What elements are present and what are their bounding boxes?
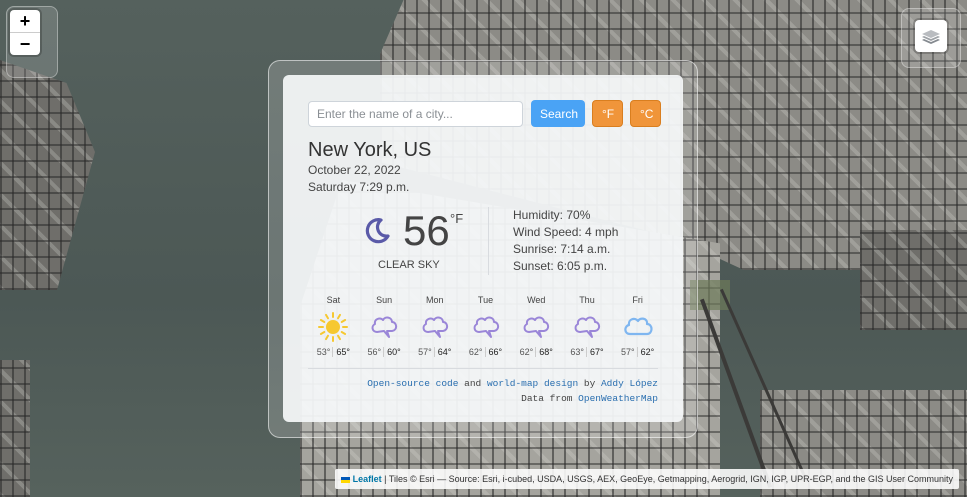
forecast-day-name: Wed — [527, 295, 546, 305]
city-name: New York, US — [308, 139, 432, 161]
forecast-high: 68° — [535, 347, 553, 357]
wind-speed: Wind Speed: 4 mph — [513, 225, 619, 239]
date: October 22, 2022 — [308, 163, 401, 177]
forecast-low: 53° — [316, 347, 331, 357]
horizontal-divider — [308, 368, 658, 369]
credits-line-2: Data from OpenWeatherMap — [367, 391, 658, 406]
cloud-icon — [612, 309, 663, 345]
forecast-high: 67° — [585, 347, 604, 357]
map-attribution: Leaflet | Tiles © Esri — Source: Esri, i… — [334, 469, 959, 489]
forecast-day-name: Fri — [632, 295, 643, 305]
credits: Open-source code and world-map design by… — [367, 376, 658, 406]
rain-cloud-icon — [409, 309, 460, 345]
forecast-high: 62° — [636, 347, 655, 357]
celsius-button[interactable]: °C — [630, 100, 661, 127]
forecast-temps: 62° 68° — [511, 347, 562, 357]
current-temperature: 56 — [403, 207, 450, 254]
world-map-link[interactable]: world-map design — [487, 378, 578, 389]
sun-icon — [308, 309, 359, 345]
search-button[interactable]: Search — [531, 100, 585, 127]
sunrise: Sunrise: 7:14 a.m. — [513, 242, 611, 256]
fahrenheit-button[interactable]: °F — [592, 100, 623, 127]
rain-cloud-icon — [511, 309, 562, 345]
forecast-day: Tue 62° 66° — [460, 295, 511, 357]
search-row: Search °F °C — [308, 100, 661, 127]
forecast-temps: 56° 60° — [359, 347, 410, 357]
forecast-day: Sun 56° 60° — [359, 295, 410, 357]
day-time: Saturday 7:29 p.m. — [308, 180, 410, 194]
weather-details: Humidity: 70% Wind Speed: 4 mph Sunrise:… — [513, 207, 618, 275]
forecast-high: 65° — [332, 347, 350, 357]
forecast-temps: 63° 67° — [562, 347, 613, 357]
credits-line-1: Open-source code and world-map design by… — [367, 376, 658, 391]
openweathermap-link[interactable]: OpenWeatherMap — [578, 393, 658, 404]
forecast-low: 57° — [621, 347, 635, 357]
leaflet-link[interactable]: Leaflet — [353, 474, 382, 484]
author-link[interactable]: Addy López — [601, 378, 658, 389]
forecast-high: 66° — [484, 347, 503, 357]
zoom-control: + − — [10, 10, 40, 55]
rain-cloud-icon — [460, 309, 511, 345]
zoom-out-button[interactable]: − — [10, 33, 40, 55]
forecast-day-name: Sun — [376, 295, 393, 305]
forecast-low: 62° — [468, 347, 483, 357]
forecast: Sat 53° 65° Sun 56° 60° Mon 57° 64° Tue 62° 66° Wed 6… — [308, 295, 663, 357]
forecast-day: Mon 57° 64° — [409, 295, 460, 357]
ukraine-flag-icon — [340, 476, 350, 483]
land-east — [860, 230, 967, 330]
humidity: Humidity: 70% — [513, 208, 591, 222]
layers-button[interactable] — [915, 20, 947, 52]
city-search-input[interactable] — [308, 100, 523, 127]
attribution-text: | Tiles © Esri — Source: Esri, i-cubed, … — [381, 474, 953, 484]
forecast-low: 62° — [519, 347, 534, 357]
sunset: Sunset: 6:05 p.m. — [513, 259, 608, 273]
open-source-link[interactable]: Open-source code — [367, 378, 458, 389]
rain-cloud-icon — [359, 309, 410, 345]
forecast-temps: 62° 66° — [460, 347, 511, 357]
weather-card: Search °F °C New York, US October 22, 20… — [283, 75, 683, 422]
vertical-divider — [488, 207, 489, 275]
forecast-day: Thu 63° 67° — [562, 295, 613, 357]
land-jersey-south — [0, 360, 30, 497]
crescent-moon-icon — [365, 218, 390, 244]
temperature-unit: °F — [450, 211, 464, 226]
weather-condition: CLEAR SKY — [378, 259, 440, 271]
forecast-day: Wed 62° 68° — [511, 295, 562, 357]
data-from: Data from — [521, 393, 579, 404]
forecast-day-name: Tue — [477, 295, 494, 305]
forecast-low: 56° — [367, 347, 382, 357]
zoom-in-button[interactable]: + — [10, 10, 40, 33]
credits-and: and — [458, 378, 487, 389]
layers-icon — [922, 30, 940, 44]
forecast-day-name: Sat — [326, 295, 341, 305]
forecast-temps: 57° 64° — [409, 347, 460, 357]
forecast-day-name: Mon — [426, 295, 444, 305]
forecast-high: 64° — [433, 347, 452, 357]
credits-by: by — [578, 378, 601, 389]
forecast-low: 63° — [570, 347, 584, 357]
forecast-high: 60° — [383, 347, 401, 357]
forecast-low: 57° — [418, 347, 432, 357]
rain-cloud-icon — [562, 309, 613, 345]
forecast-day-name: Thu — [579, 295, 595, 305]
forecast-day: Fri 57° 62° — [612, 295, 663, 357]
forecast-temps: 57° 62° — [612, 347, 663, 357]
forecast-day: Sat 53° 65° — [308, 295, 359, 357]
forecast-temps: 53° 65° — [308, 347, 359, 357]
